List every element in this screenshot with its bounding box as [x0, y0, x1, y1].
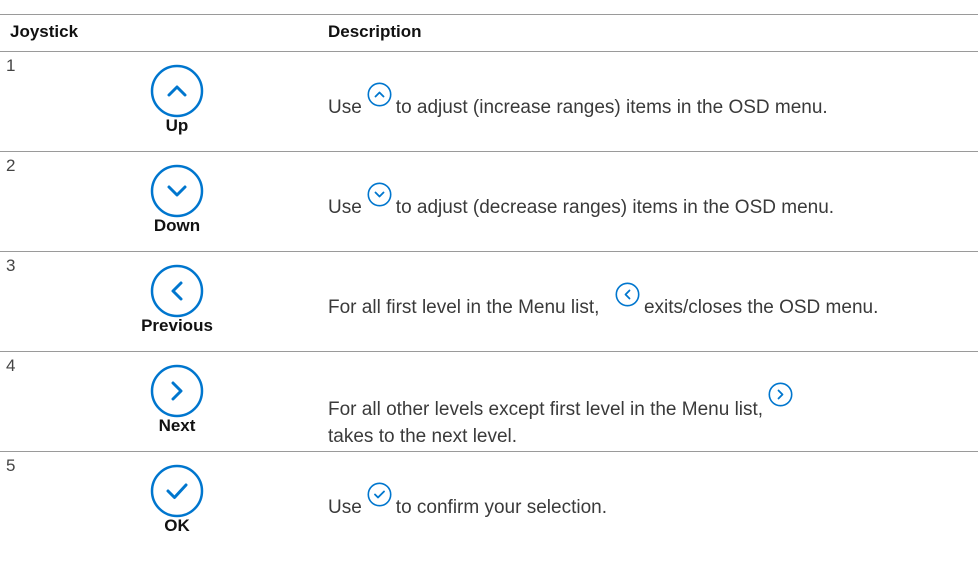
- row-number: 5: [6, 456, 16, 475]
- row-description: Use to adjust (increase ranges) items in …: [328, 82, 948, 121]
- description-text-before: For all first level in the Menu list,: [328, 297, 600, 318]
- chevron-up-circle-icon: [150, 64, 204, 118]
- description-text-before: Use: [328, 97, 362, 118]
- table-header: Joystick Description: [0, 14, 978, 52]
- chevron-left-circle-icon: [150, 264, 204, 318]
- description-text-before: For all other levels except first level …: [328, 399, 764, 420]
- description-text-after: to confirm your selection.: [395, 497, 607, 518]
- checkmark-circle-icon: [367, 482, 392, 507]
- joystick-column-header: Joystick: [10, 22, 79, 41]
- description-text-after: exits/closes the OSD menu.: [643, 297, 879, 318]
- table-row: 5 OK Use to confirm your selection.: [0, 452, 978, 551]
- checkmark-circle-icon: [150, 464, 204, 518]
- description-text-before: Use: [328, 197, 362, 218]
- row-description: Use to adjust (decrease ranges) items in …: [328, 182, 948, 221]
- description-text-after: takes to the next level.: [328, 426, 518, 447]
- row-description: Use to confirm your selection.: [328, 482, 948, 521]
- row-description: For all first level in the Menu list, ex…: [328, 282, 948, 321]
- table-row: 2 Down Use to adjust (decrease ranges) it…: [0, 152, 978, 252]
- chevron-down-circle-icon: [367, 182, 392, 207]
- button-label-up: Up: [165, 116, 189, 135]
- row-description: For all other levels except first level …: [328, 382, 948, 450]
- row-number: 2: [6, 156, 16, 175]
- chevron-up-circle-icon: [367, 82, 392, 107]
- row-number: 4: [6, 356, 16, 375]
- chevron-right-circle-icon: [150, 364, 204, 418]
- row-number: 1: [6, 56, 16, 75]
- button-label-ok: OK: [164, 516, 190, 535]
- description-text-before: Use: [328, 497, 362, 518]
- row-number: 3: [6, 256, 16, 275]
- chevron-left-circle-icon: [615, 282, 640, 307]
- chevron-down-circle-icon: [150, 164, 204, 218]
- chevron-right-circle-icon: [768, 382, 793, 407]
- description-column-header: Description: [328, 22, 422, 41]
- button-label-down: Down: [153, 216, 201, 235]
- joystick-table: Joystick Description 1 Up Use to adjust (…: [0, 14, 978, 551]
- description-text-after: to adjust (decrease ranges) items in the…: [395, 197, 835, 218]
- table-row: 3 Previous For all first level in the Me…: [0, 252, 978, 352]
- button-label-next: Next: [158, 416, 196, 435]
- table-row: 4 Next For all other levels except first…: [0, 352, 978, 452]
- table-row: 1 Up Use to adjust (increase ranges) item…: [0, 52, 978, 152]
- button-label-previous: Previous: [141, 316, 213, 335]
- description-text-after: to adjust (increase ranges) items in the…: [395, 97, 828, 118]
